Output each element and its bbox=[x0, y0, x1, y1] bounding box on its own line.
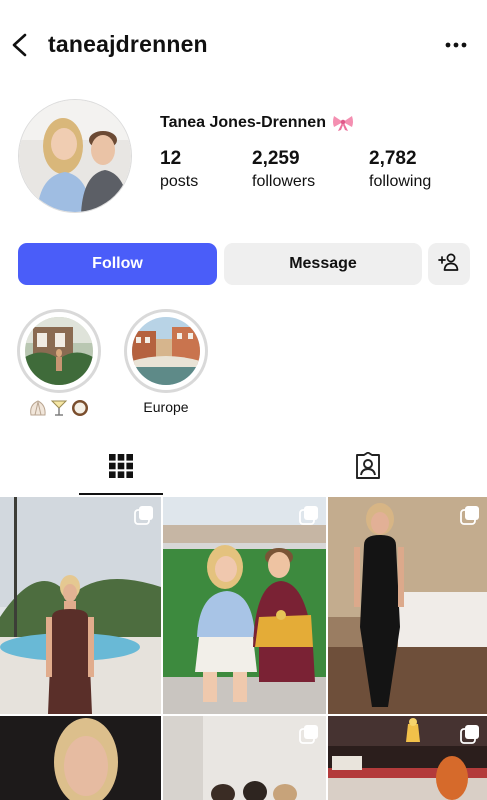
posts-grid bbox=[0, 497, 487, 800]
post-thumbnail-1[interactable] bbox=[0, 497, 161, 714]
followers-label: followers bbox=[252, 173, 316, 190]
profile-username: taneajdrennen bbox=[48, 31, 208, 57]
post-thumbnail-4[interactable] bbox=[0, 716, 161, 800]
more-options-icon[interactable] bbox=[441, 32, 471, 58]
highlight-cover bbox=[25, 317, 93, 385]
following-count: 2,782 bbox=[369, 148, 417, 169]
profile-full-name: Tanea Jones-Drennen bbox=[160, 114, 354, 132]
highlight-ring bbox=[17, 309, 101, 393]
following-label: following bbox=[369, 173, 432, 190]
stat-following[interactable]: 2,782 following bbox=[369, 148, 431, 191]
highlight-item-2[interactable]: Europe bbox=[124, 309, 208, 415]
cocktail-icon bbox=[50, 399, 68, 420]
back-icon[interactable] bbox=[8, 30, 36, 60]
tagged-person-icon bbox=[353, 451, 383, 485]
tab-tagged[interactable] bbox=[326, 440, 410, 496]
active-tab-indicator bbox=[79, 493, 163, 495]
add-person-icon bbox=[438, 252, 460, 277]
follow-button[interactable]: Follow bbox=[18, 243, 217, 285]
stat-posts[interactable]: 12 posts bbox=[160, 148, 198, 191]
highlight-label-2: Europe bbox=[143, 399, 189, 415]
full-name-text: Tanea Jones-Drennen bbox=[160, 114, 326, 131]
add-person-button[interactable] bbox=[428, 243, 470, 285]
grid-icon bbox=[108, 453, 134, 484]
message-button[interactable]: Message bbox=[224, 243, 422, 285]
profile-avatar[interactable] bbox=[18, 99, 132, 213]
stat-followers[interactable]: 2,259 followers bbox=[252, 148, 315, 191]
shell-icon bbox=[28, 399, 48, 420]
highlight-item-1[interactable] bbox=[17, 309, 101, 420]
multiple-photos-icon bbox=[299, 505, 319, 525]
top-bar: taneajdrennen bbox=[0, 0, 487, 92]
multiple-photos-icon bbox=[299, 724, 319, 744]
post-thumbnail-2[interactable] bbox=[163, 497, 326, 714]
multiple-photos-icon bbox=[460, 724, 480, 744]
followers-count: 2,259 bbox=[252, 148, 300, 169]
post-thumbnail-5[interactable] bbox=[163, 716, 326, 800]
ribbon-bow-icon bbox=[332, 115, 354, 131]
posts-label: posts bbox=[160, 173, 199, 190]
tab-posts-grid[interactable] bbox=[79, 440, 163, 496]
highlight-ring bbox=[124, 309, 208, 393]
post-thumbnail-6[interactable] bbox=[328, 716, 487, 800]
posts-count: 12 bbox=[160, 148, 182, 169]
multiple-photos-icon bbox=[460, 505, 480, 525]
highlight-cover bbox=[132, 317, 200, 385]
multiple-photos-icon bbox=[134, 505, 154, 525]
highlight-label-1 bbox=[17, 399, 101, 420]
profile-tabs bbox=[0, 440, 487, 496]
coconut-icon bbox=[70, 399, 90, 420]
post-thumbnail-3[interactable] bbox=[328, 497, 487, 714]
